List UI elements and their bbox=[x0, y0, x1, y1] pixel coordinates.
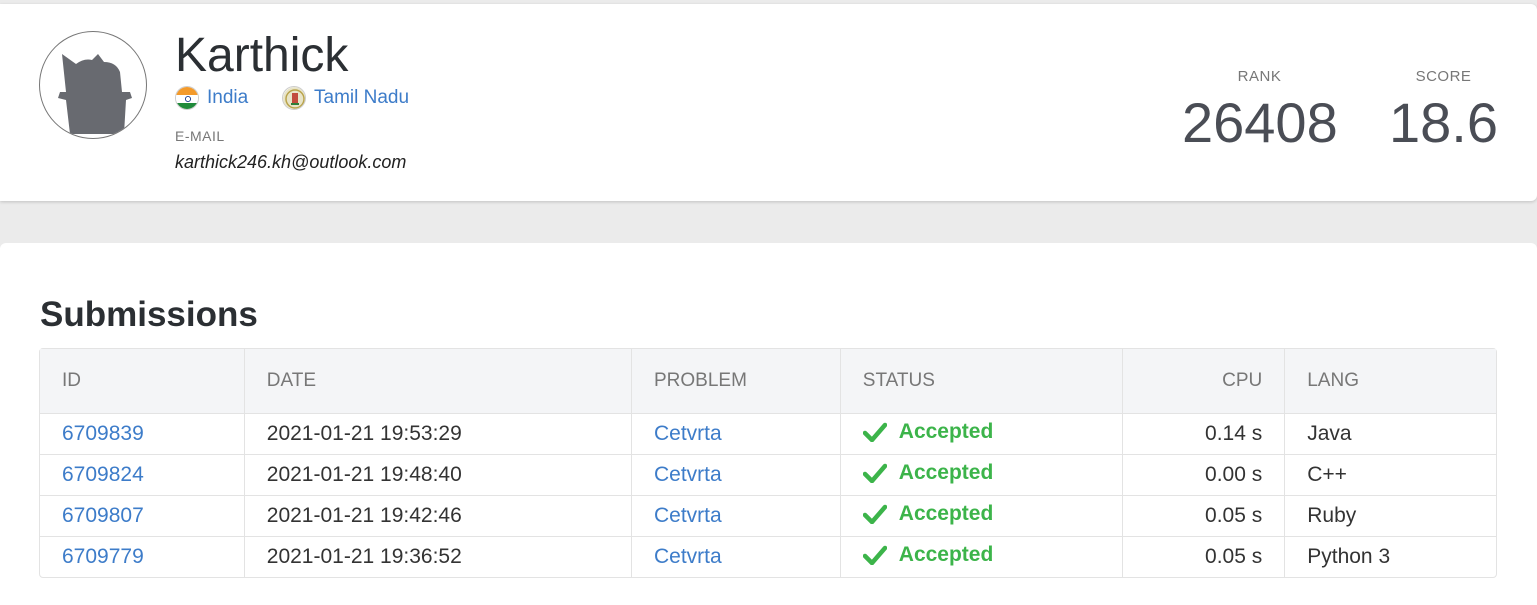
avatar[interactable] bbox=[39, 31, 147, 139]
status-text: Accepted bbox=[898, 543, 994, 566]
india-flag-icon bbox=[175, 86, 199, 110]
problem-link[interactable]: Cetvrta bbox=[654, 422, 722, 445]
problem-link[interactable]: Cetvrta bbox=[654, 545, 722, 568]
submissions-title: Submissions bbox=[40, 295, 258, 334]
country-link-group[interactable]: India bbox=[175, 85, 248, 111]
language: Java bbox=[1285, 414, 1496, 455]
language: Ruby bbox=[1285, 496, 1496, 537]
column-header-status[interactable]: STATUS bbox=[840, 349, 1124, 414]
column-header-id[interactable]: ID bbox=[40, 349, 245, 414]
submission-date: 2021-01-21 19:48:40 bbox=[244, 455, 632, 496]
region-link-group[interactable]: Tamil Nadu bbox=[282, 85, 409, 111]
table-header-row: ID DATE PROBLEM STATUS CPU LANG bbox=[40, 349, 1496, 414]
submission-date: 2021-01-21 19:53:29 bbox=[244, 414, 632, 455]
country-link[interactable]: India bbox=[207, 87, 248, 109]
email-label: E-MAIL bbox=[175, 128, 225, 144]
problem-link[interactable]: Cetvrta bbox=[654, 463, 722, 486]
submission-date: 2021-01-21 19:42:46 bbox=[244, 496, 632, 537]
region-link[interactable]: Tamil Nadu bbox=[314, 87, 409, 109]
cpu-time: 0.05 s bbox=[1123, 496, 1286, 537]
tamil-nadu-emblem-icon bbox=[282, 86, 306, 110]
status-badge: Accepted bbox=[862, 461, 994, 485]
status-badge: Accepted bbox=[862, 420, 994, 444]
status-badge: Accepted bbox=[862, 543, 994, 567]
column-header-lang[interactable]: LANG bbox=[1285, 349, 1496, 414]
table-row: 6709824 2021-01-21 19:48:40 Cetvrta Acce… bbox=[40, 455, 1496, 496]
rank-value: 26408 bbox=[1182, 91, 1338, 154]
score-label: SCORE bbox=[1415, 68, 1472, 85]
table-row: 6709779 2021-01-21 19:36:52 Cetvrta Acce… bbox=[40, 537, 1496, 577]
submission-id-link[interactable]: 6709807 bbox=[62, 504, 144, 527]
score-stat: SCORE 18.6 bbox=[1386, 68, 1501, 155]
email-value: karthick246.kh@outlook.com bbox=[175, 152, 407, 172]
language: C++ bbox=[1285, 455, 1496, 496]
checkmark-icon bbox=[862, 422, 887, 442]
column-header-cpu[interactable]: CPU bbox=[1123, 349, 1286, 414]
avatar-silhouette-icon bbox=[58, 54, 132, 134]
score-value: 18.6 bbox=[1389, 91, 1498, 154]
column-header-problem[interactable]: PROBLEM bbox=[632, 349, 841, 414]
column-header-date[interactable]: DATE bbox=[244, 349, 632, 414]
submission-date: 2021-01-21 19:36:52 bbox=[245, 537, 632, 577]
submission-id-link[interactable]: 6709824 bbox=[62, 463, 144, 486]
checkmark-icon bbox=[862, 463, 887, 483]
cpu-time: 0.14 s bbox=[1123, 414, 1286, 455]
table-row: 6709807 2021-01-21 19:42:46 Cetvrta Acce… bbox=[40, 496, 1496, 537]
table-row: 6709839 2021-01-21 19:53:29 Cetvrta Acce… bbox=[40, 414, 1496, 455]
status-text: Accepted bbox=[898, 502, 994, 525]
rank-stat: RANK 26408 bbox=[1182, 68, 1338, 155]
rank-label: RANK bbox=[1237, 68, 1282, 85]
status-text: Accepted bbox=[898, 420, 994, 443]
language: Python 3 bbox=[1307, 545, 1391, 568]
status-badge: Accepted bbox=[862, 502, 994, 526]
problem-link[interactable]: Cetvrta bbox=[654, 504, 722, 527]
checkmark-icon bbox=[862, 545, 887, 565]
cpu-time: 0.05 s bbox=[1123, 537, 1286, 577]
checkmark-icon bbox=[862, 504, 887, 524]
submission-id-link[interactable]: 6709779 bbox=[62, 545, 144, 568]
status-text: Accepted bbox=[898, 461, 994, 484]
cpu-time: 0.00 s bbox=[1123, 455, 1286, 496]
profile-name: Karthick bbox=[175, 29, 349, 82]
submissions-table: ID DATE PROBLEM STATUS CPU LANG 6709839 … bbox=[39, 348, 1497, 578]
submission-id-link[interactable]: 6709839 bbox=[62, 422, 144, 445]
